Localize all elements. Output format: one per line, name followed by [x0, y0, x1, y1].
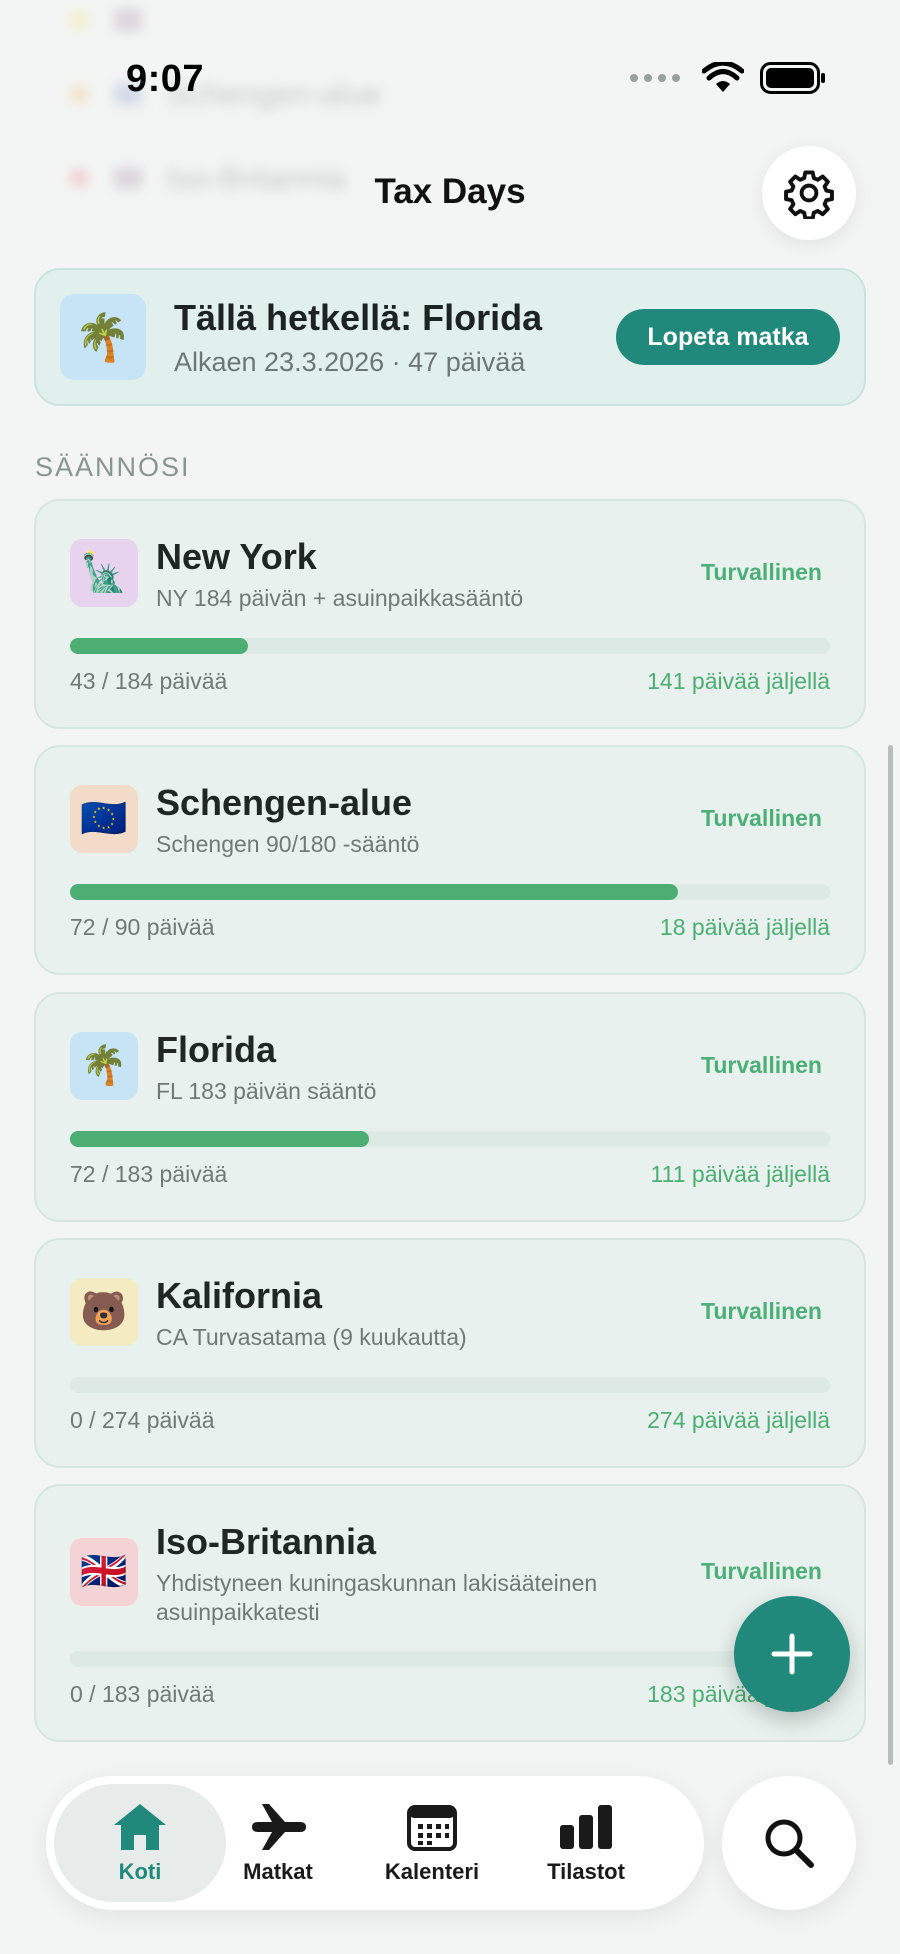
rule-name: Kalifornia: [156, 1275, 323, 1316]
days-remaining: 18 päivää jäljellä: [659, 914, 830, 940]
rule-card-florida[interactable]: 🌴 Florida FL 183 päivän sääntö Turvallin…: [34, 992, 866, 1222]
home-icon: [114, 1804, 166, 1850]
bear-icon: 🐻: [70, 1278, 138, 1346]
rule-description: Yhdistyneen kuningaskunnan lakisääteinen…: [156, 1570, 598, 1625]
progress-fill: [70, 884, 678, 900]
rule-card-schengen[interactable]: 🇪🇺 Schengen-alue Schengen 90/180 -sääntö…: [34, 745, 866, 975]
progress-track: [70, 1131, 830, 1147]
days-used: 72 / 183 päivää: [70, 1161, 228, 1187]
tab-bar: Koti Matkat Kalenteri Tilastot: [46, 1776, 704, 1910]
battery-icon: [760, 62, 825, 94]
gear-icon: [784, 170, 834, 219]
days-remaining: 274 päivää jäljellä: [647, 1407, 830, 1433]
uk-flag-icon: 🇬🇧: [70, 1538, 138, 1606]
rule-card-new-york[interactable]: 🗽 New York NY 184 päivän + asuinpaikkasä…: [34, 499, 866, 729]
rule-description: FL 183 päivän sääntö: [156, 1078, 377, 1104]
tab-label: Tilastot: [547, 1859, 625, 1884]
progress-fill: [70, 638, 248, 654]
wifi-icon: [702, 62, 744, 92]
rule-name: Schengen-alue: [156, 782, 413, 823]
bar-chart-icon: [560, 1805, 612, 1849]
current-trip-title: Tällä hetkellä: Florida: [174, 296, 543, 338]
plus-icon: [771, 1633, 813, 1675]
progress-track: [70, 638, 830, 654]
eu-flag-icon: 🇪🇺: [70, 785, 138, 853]
current-trip-subtitle: Alkaen 23.3.2026 · 47 päivää: [174, 346, 526, 377]
rule-card-united-kingdom[interactable]: 🇬🇧 Iso-Britannia Yhdistyneen kuningaskun…: [34, 1484, 866, 1742]
airplane-icon: [252, 1804, 306, 1850]
days-remaining: 141 päivää jäljellä: [647, 668, 830, 694]
rule-name: New York: [156, 536, 317, 577]
current-trip-card[interactable]: 🌴 Tällä hetkellä: Florida Alkaen 23.3.20…: [34, 268, 866, 406]
section-heading-rules: SÄÄNNÖSI: [35, 452, 191, 482]
tab-label: Kalenteri: [384, 1859, 480, 1884]
rule-card-california[interactable]: 🐻 Kalifornia CA Turvasatama (9 kuukautta…: [34, 1238, 866, 1468]
cellular-signal-icon: [630, 74, 680, 82]
rule-description: NY 184 päivän + asuinpaikkasääntö: [156, 585, 524, 611]
status-badge: Turvallinen: [701, 1052, 822, 1078]
days-remaining: 111 päivää jäljellä: [650, 1161, 830, 1187]
palm-tree-icon: 🌴: [70, 1032, 138, 1100]
search-icon: [765, 1819, 814, 1868]
days-used: 0 / 183 päivää: [70, 1681, 215, 1707]
tab-trips[interactable]: Matkat: [198, 1784, 358, 1902]
progress-fill: [70, 1131, 369, 1147]
search-button[interactable]: [722, 1776, 856, 1910]
tab-label: Matkat: [243, 1859, 313, 1884]
end-trip-button[interactable]: Lopeta matka: [616, 309, 840, 365]
progress-track: [70, 884, 830, 900]
tab-statistics[interactable]: Tilastot: [506, 1784, 666, 1902]
calendar-icon: [407, 1805, 457, 1851]
progress-track: [70, 1651, 830, 1667]
rule-description: CA Turvasatama (9 kuukautta): [156, 1324, 467, 1350]
add-rule-button[interactable]: [734, 1596, 850, 1712]
tab-label: Koti: [118, 1859, 162, 1884]
progress-track: [70, 1377, 830, 1393]
days-used: 72 / 90 päivää: [70, 914, 215, 940]
status-badge: Turvallinen: [701, 1558, 822, 1584]
rule-name: Iso-Britannia: [156, 1521, 377, 1562]
palm-tree-icon: 🌴: [60, 294, 146, 380]
statue-of-liberty-icon: 🗽: [70, 539, 138, 607]
status-badge: Turvallinen: [701, 559, 822, 585]
tab-calendar[interactable]: Kalenteri: [352, 1784, 512, 1902]
status-time: 9:07: [126, 58, 205, 100]
rule-name: Florida: [156, 1029, 277, 1070]
status-badge: Turvallinen: [701, 805, 822, 831]
status-badge: Turvallinen: [701, 1298, 822, 1324]
status-indicators: [630, 62, 826, 94]
days-used: 43 / 184 päivää: [70, 668, 228, 694]
rule-description: Schengen 90/180 -sääntö: [156, 831, 420, 857]
ghost-row: [70, 0, 830, 50]
days-used: 0 / 274 päivää: [70, 1407, 215, 1433]
scrollbar[interactable]: [888, 745, 893, 1765]
settings-button[interactable]: [762, 146, 856, 240]
